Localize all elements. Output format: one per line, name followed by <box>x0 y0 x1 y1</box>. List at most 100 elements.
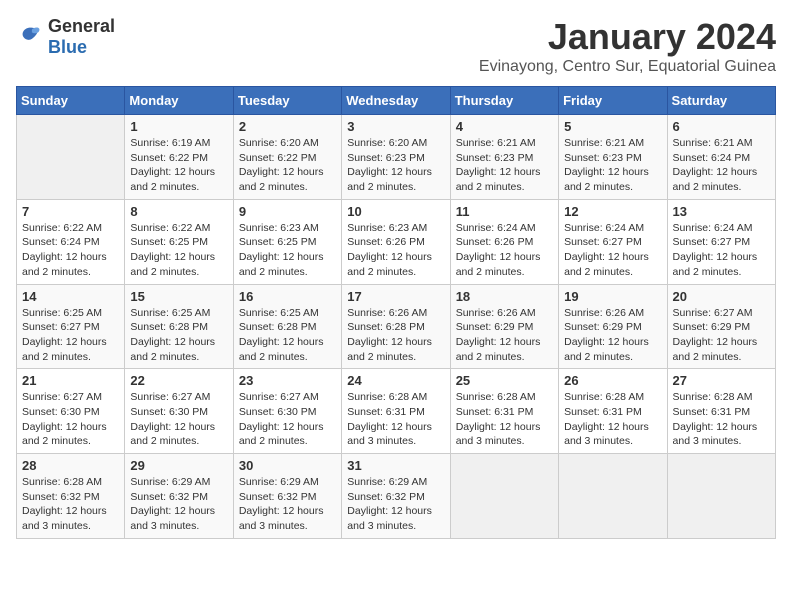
day-number: 1 <box>130 119 227 134</box>
day-number: 27 <box>673 373 770 388</box>
weekday-header-saturday: Saturday <box>667 87 775 115</box>
day-info: Sunrise: 6:22 AM Sunset: 6:25 PM Dayligh… <box>130 221 227 280</box>
calendar-cell: 21 Sunrise: 6:27 AM Sunset: 6:30 PM Dayli… <box>17 369 125 454</box>
day-number: 16 <box>239 289 336 304</box>
day-number: 22 <box>130 373 227 388</box>
calendar-header: SundayMondayTuesdayWednesdayThursdayFrid… <box>17 87 776 115</box>
day-info: Sunrise: 6:25 AM Sunset: 6:28 PM Dayligh… <box>239 306 336 365</box>
calendar-cell: 15Sunrise: 6:25 AM Sunset: 6:28 PM Dayli… <box>125 284 233 369</box>
day-info: Sunrise: 6:20 AM Sunset: 6:23 PM Dayligh… <box>347 136 444 195</box>
day-number: 20 <box>673 289 770 304</box>
weekday-header-tuesday: Tuesday <box>233 87 341 115</box>
day-number: 3 <box>347 119 444 134</box>
day-info: Sunrise: 6:28 AM Sunset: 6:32 PM Dayligh… <box>22 475 119 534</box>
day-info: Sunrise: 6:29 AM Sunset: 6:32 PM Dayligh… <box>239 475 336 534</box>
calendar-cell: 23Sunrise: 6:27 AM Sunset: 6:30 PM Dayli… <box>233 369 341 454</box>
calendar-cell: 1 Sunrise: 6:19 AM Sunset: 6:22 PM Daylig… <box>125 115 233 200</box>
calendar-cell: 6Sunrise: 6:21 AM Sunset: 6:24 PM Daylig… <box>667 115 775 200</box>
day-info: Sunrise: 6:29 AM Sunset: 6:32 PM Dayligh… <box>130 475 227 534</box>
calendar-cell: 25Sunrise: 6:28 AM Sunset: 6:31 PM Dayli… <box>450 369 558 454</box>
day-info: Sunrise: 6:26 AM Sunset: 6:28 PM Dayligh… <box>347 306 444 365</box>
day-number: 25 <box>456 373 553 388</box>
header: General Blue January 2024 Evinayong, Cen… <box>16 16 776 76</box>
calendar-cell: 3 Sunrise: 6:20 AM Sunset: 6:23 PM Daylig… <box>342 115 450 200</box>
title-area: January 2024 Evinayong, Centro Sur, Equa… <box>479 16 776 76</box>
day-info: Sunrise: 6:24 AM Sunset: 6:26 PM Dayligh… <box>456 221 553 280</box>
day-number: 7 <box>22 204 119 219</box>
calendar-cell: 10 Sunrise: 6:23 AM Sunset: 6:26 PM Dayli… <box>342 199 450 284</box>
calendar-cell: 28 Sunrise: 6:28 AM Sunset: 6:32 PM Dayli… <box>17 454 125 539</box>
calendar-cell <box>559 454 667 539</box>
calendar-cell: 30Sunrise: 6:29 AM Sunset: 6:32 PM Dayli… <box>233 454 341 539</box>
logo-blue: Blue <box>48 37 87 57</box>
logo-text: General Blue <box>48 16 115 58</box>
day-number: 8 <box>130 204 227 219</box>
day-info: Sunrise: 6:27 AM Sunset: 6:30 PM Dayligh… <box>130 390 227 449</box>
calendar-table: SundayMondayTuesdayWednesdayThursdayFrid… <box>16 86 776 539</box>
day-number: 28 <box>22 458 119 473</box>
day-number: 10 <box>347 204 444 219</box>
day-number: 18 <box>456 289 553 304</box>
day-number: 26 <box>564 373 661 388</box>
weekday-header-wednesday: Wednesday <box>342 87 450 115</box>
calendar-cell <box>17 115 125 200</box>
day-info: Sunrise: 6:23 AM Sunset: 6:25 PM Dayligh… <box>239 221 336 280</box>
day-info: Sunrise: 6:23 AM Sunset: 6:26 PM Dayligh… <box>347 221 444 280</box>
day-number: 14 <box>22 289 119 304</box>
weekday-header-monday: Monday <box>125 87 233 115</box>
day-info: Sunrise: 6:25 AM Sunset: 6:27 PM Dayligh… <box>22 306 119 365</box>
logo-bird-icon <box>16 23 44 51</box>
day-info: Sunrise: 6:25 AM Sunset: 6:28 PM Dayligh… <box>130 306 227 365</box>
calendar-title: January 2024 <box>479 16 776 58</box>
day-number: 24 <box>347 373 444 388</box>
day-info: Sunrise: 6:21 AM Sunset: 6:23 PM Dayligh… <box>456 136 553 195</box>
day-info: Sunrise: 6:28 AM Sunset: 6:31 PM Dayligh… <box>673 390 770 449</box>
calendar-cell: 11 Sunrise: 6:24 AM Sunset: 6:26 PM Dayli… <box>450 199 558 284</box>
calendar-week-1: 7 Sunrise: 6:22 AM Sunset: 6:24 PM Daylig… <box>17 199 776 284</box>
calendar-cell: 27 Sunrise: 6:28 AM Sunset: 6:31 PM Dayli… <box>667 369 775 454</box>
calendar-week-3: 21 Sunrise: 6:27 AM Sunset: 6:30 PM Dayli… <box>17 369 776 454</box>
calendar-cell: 26Sunrise: 6:28 AM Sunset: 6:31 PM Dayli… <box>559 369 667 454</box>
day-number: 4 <box>456 119 553 134</box>
calendar-body: 1 Sunrise: 6:19 AM Sunset: 6:22 PM Daylig… <box>17 115 776 539</box>
calendar-cell: 8 Sunrise: 6:22 AM Sunset: 6:25 PM Daylig… <box>125 199 233 284</box>
calendar-cell: 31Sunrise: 6:29 AM Sunset: 6:32 PM Dayli… <box>342 454 450 539</box>
calendar-subtitle: Evinayong, Centro Sur, Equatorial Guinea <box>479 58 776 76</box>
day-number: 29 <box>130 458 227 473</box>
calendar-cell: 5Sunrise: 6:21 AM Sunset: 6:23 PM Daylig… <box>559 115 667 200</box>
calendar-cell: 13 Sunrise: 6:24 AM Sunset: 6:27 PM Dayli… <box>667 199 775 284</box>
day-number: 21 <box>22 373 119 388</box>
day-info: Sunrise: 6:26 AM Sunset: 6:29 PM Dayligh… <box>456 306 553 365</box>
logo: General Blue <box>16 16 115 58</box>
day-number: 12 <box>564 204 661 219</box>
calendar-cell <box>450 454 558 539</box>
calendar-week-0: 1 Sunrise: 6:19 AM Sunset: 6:22 PM Daylig… <box>17 115 776 200</box>
logo-general: General <box>48 16 115 36</box>
day-info: Sunrise: 6:21 AM Sunset: 6:23 PM Dayligh… <box>564 136 661 195</box>
calendar-cell: 4 Sunrise: 6:21 AM Sunset: 6:23 PM Daylig… <box>450 115 558 200</box>
day-info: Sunrise: 6:26 AM Sunset: 6:29 PM Dayligh… <box>564 306 661 365</box>
day-number: 11 <box>456 204 553 219</box>
calendar-week-2: 14 Sunrise: 6:25 AM Sunset: 6:27 PM Dayli… <box>17 284 776 369</box>
day-info: Sunrise: 6:27 AM Sunset: 6:30 PM Dayligh… <box>239 390 336 449</box>
day-info: Sunrise: 6:21 AM Sunset: 6:24 PM Dayligh… <box>673 136 770 195</box>
day-info: Sunrise: 6:29 AM Sunset: 6:32 PM Dayligh… <box>347 475 444 534</box>
weekday-header-row: SundayMondayTuesdayWednesdayThursdayFrid… <box>17 87 776 115</box>
weekday-header-sunday: Sunday <box>17 87 125 115</box>
calendar-cell: 24 Sunrise: 6:28 AM Sunset: 6:31 PM Dayli… <box>342 369 450 454</box>
day-info: Sunrise: 6:24 AM Sunset: 6:27 PM Dayligh… <box>673 221 770 280</box>
day-info: Sunrise: 6:19 AM Sunset: 6:22 PM Dayligh… <box>130 136 227 195</box>
day-info: Sunrise: 6:22 AM Sunset: 6:24 PM Dayligh… <box>22 221 119 280</box>
calendar-cell: 22 Sunrise: 6:27 AM Sunset: 6:30 PM Dayli… <box>125 369 233 454</box>
day-number: 17 <box>347 289 444 304</box>
day-info: Sunrise: 6:28 AM Sunset: 6:31 PM Dayligh… <box>347 390 444 449</box>
calendar-cell: 18 Sunrise: 6:26 AM Sunset: 6:29 PM Dayli… <box>450 284 558 369</box>
day-info: Sunrise: 6:27 AM Sunset: 6:29 PM Dayligh… <box>673 306 770 365</box>
day-number: 9 <box>239 204 336 219</box>
calendar-week-4: 28 Sunrise: 6:28 AM Sunset: 6:32 PM Dayli… <box>17 454 776 539</box>
day-number: 13 <box>673 204 770 219</box>
calendar-cell: 7 Sunrise: 6:22 AM Sunset: 6:24 PM Daylig… <box>17 199 125 284</box>
calendar-cell: 19Sunrise: 6:26 AM Sunset: 6:29 PM Dayli… <box>559 284 667 369</box>
day-info: Sunrise: 6:27 AM Sunset: 6:30 PM Dayligh… <box>22 390 119 449</box>
day-number: 2 <box>239 119 336 134</box>
